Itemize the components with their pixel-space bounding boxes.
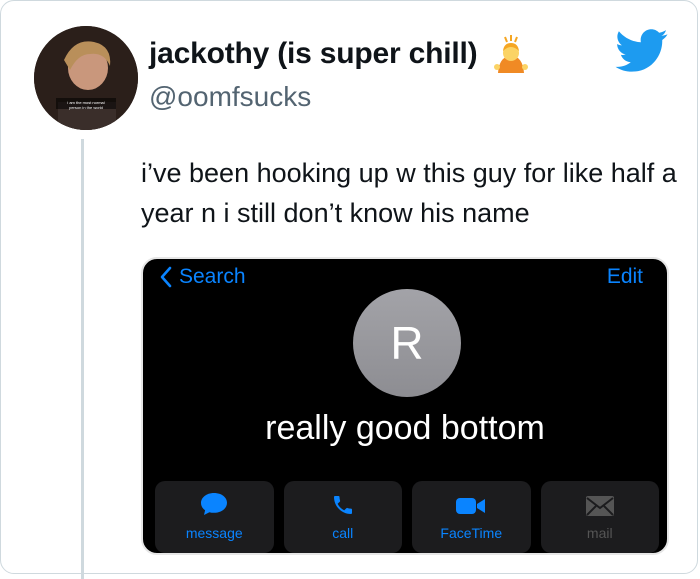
display-name[interactable]: jackothy (is super chill) <box>149 37 478 71</box>
contact-initial: R <box>390 317 424 369</box>
contact-screenshot[interactable]: Search Edit R really good bottom message… <box>141 257 669 555</box>
edit-button: Edit <box>606 265 643 288</box>
handle[interactable]: @oomfsucks <box>149 81 311 113</box>
facetime-action: FaceTime <box>412 481 531 553</box>
phone-icon <box>333 496 352 514</box>
message-action: message <box>155 481 274 553</box>
mail-action: mail <box>540 481 659 553</box>
chevron-left-icon <box>160 266 172 288</box>
call-action: call <box>283 481 402 553</box>
svg-text:person in the world: person in the world <box>69 105 103 110</box>
back-button: Search <box>159 265 246 289</box>
twitter-bird-icon[interactable] <box>615 29 669 73</box>
thread-line <box>81 139 84 579</box>
person-gesturing-ok-emoji-icon <box>494 35 528 73</box>
message-bubble-icon <box>201 493 228 515</box>
facetime-label: FaceTime <box>440 525 503 541</box>
call-label: call <box>332 525 354 541</box>
tweet-text: i’ve been hooking up w this guy for like… <box>141 158 677 228</box>
tweet-card: i am the most normal person in the world… <box>0 0 698 579</box>
message-label: message <box>185 525 243 541</box>
envelope-icon <box>585 496 614 516</box>
avatar[interactable]: i am the most normal person in the world <box>34 26 138 130</box>
mail-label: mail <box>586 525 613 541</box>
contact-name: really good bottom <box>265 409 545 447</box>
contact-avatar: R <box>353 289 461 397</box>
back-label: Search <box>179 265 246 288</box>
video-camera-icon <box>456 498 486 514</box>
contact-actions: message call FaceTime mail <box>155 481 659 553</box>
